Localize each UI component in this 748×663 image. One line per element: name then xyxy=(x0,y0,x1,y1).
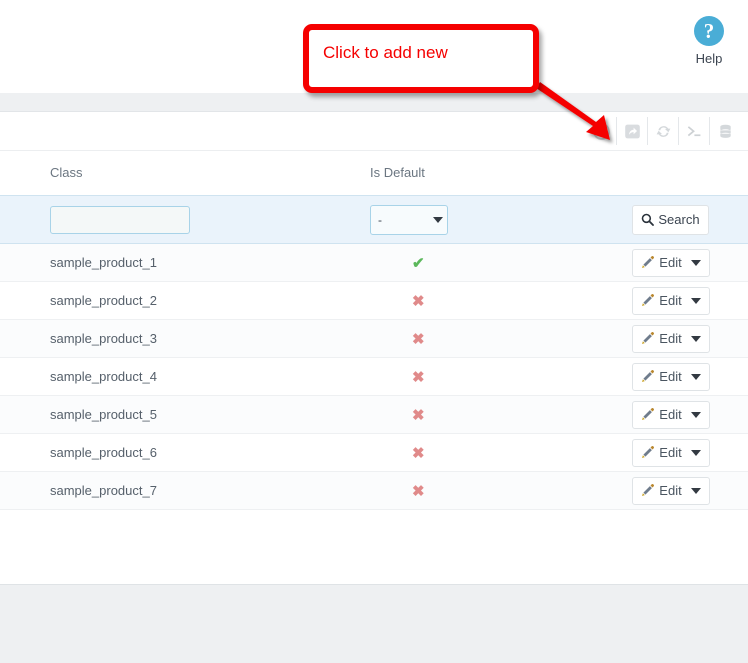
search-button[interactable]: Search xyxy=(632,204,709,235)
class-filter-input[interactable] xyxy=(50,205,190,234)
add-new-button[interactable] xyxy=(586,117,617,145)
grid-card: Class Is Default - Search sample_product… xyxy=(0,112,748,585)
header-separator-band xyxy=(0,93,748,112)
cell-actions: Edit xyxy=(632,400,748,429)
pencil-icon xyxy=(642,332,655,344)
edit-button-label: Edit xyxy=(659,483,682,498)
refresh-icon xyxy=(656,125,670,137)
filter-cell-is-default: - xyxy=(370,204,632,235)
table-row: sample_product_5 ✖ Edit xyxy=(0,396,748,434)
search-icon xyxy=(642,213,655,226)
pencil-icon xyxy=(642,294,655,306)
cell-class: sample_product_4 xyxy=(50,369,157,384)
edit-button-label: Edit xyxy=(659,445,682,460)
chevron-down-icon[interactable] xyxy=(690,335,701,342)
edit-button-label: Edit xyxy=(659,255,682,270)
cell-class: sample_product_6 xyxy=(50,445,157,460)
table-row: sample_product_3 ✖ Edit xyxy=(0,320,748,358)
is-default-filter-value: - xyxy=(378,212,382,227)
cross-icon: ✖ xyxy=(412,368,425,386)
cell-is-default: ✔ xyxy=(370,254,632,272)
search-button-label: Search xyxy=(658,212,700,227)
chevron-down-icon xyxy=(433,216,443,223)
table-body: sample_product_1 ✔ Edit sample_product_2 ✖ Ed… xyxy=(0,244,748,510)
cross-icon: ✖ xyxy=(412,406,425,424)
filter-cell-class xyxy=(0,205,370,234)
check-icon: ✔ xyxy=(412,254,425,272)
table-header-row: Class Is Default xyxy=(0,151,748,196)
table-row: sample_product_2 ✖ Edit xyxy=(0,282,748,320)
cross-icon: ✖ xyxy=(412,292,425,310)
table-row: sample_product_7 ✖ Edit xyxy=(0,472,748,510)
is-default-filter-select[interactable]: - xyxy=(370,204,448,235)
export-button[interactable] xyxy=(617,117,648,145)
table-filter-row: - Search xyxy=(0,196,748,244)
question-circle-icon: ? xyxy=(694,16,724,46)
cell-actions: Edit xyxy=(632,286,748,315)
cell-actions: Edit xyxy=(632,362,748,391)
column-header-class-label: Class xyxy=(50,165,83,180)
pencil-icon xyxy=(642,370,655,382)
edit-button-label: Edit xyxy=(659,293,682,308)
edit-button-label: Edit xyxy=(659,369,682,384)
cell-is-default: ✖ xyxy=(370,292,632,310)
cross-icon: ✖ xyxy=(412,444,425,462)
pencil-icon xyxy=(642,408,655,420)
cell-actions: Edit xyxy=(632,324,748,353)
chevron-down-icon[interactable] xyxy=(690,297,701,304)
column-header-class: Class xyxy=(0,164,370,182)
console-button[interactable] xyxy=(679,117,710,145)
cell-actions: Edit xyxy=(632,476,748,505)
edit-button-label: Edit xyxy=(659,407,682,422)
chevron-down-icon[interactable] xyxy=(690,487,701,494)
edit-button[interactable]: Edit xyxy=(632,324,710,353)
table-row: sample_product_6 ✖ Edit xyxy=(0,434,748,472)
cross-icon: ✖ xyxy=(412,330,425,348)
table-row: sample_product_1 ✔ Edit xyxy=(0,244,748,282)
edit-button[interactable]: Edit xyxy=(632,248,710,277)
chevron-down-icon[interactable] xyxy=(690,373,701,380)
database-icon xyxy=(719,124,731,138)
terminal-icon xyxy=(687,125,700,136)
filter-cell-actions: Search xyxy=(632,204,748,235)
help-label: Help xyxy=(695,51,723,66)
edit-button[interactable]: Edit xyxy=(632,438,710,467)
annotation-callout-text: Click to add new xyxy=(323,43,448,62)
chevron-down-icon[interactable] xyxy=(690,411,701,418)
cell-is-default: ✖ xyxy=(370,406,632,424)
cell-actions: Edit xyxy=(632,438,748,467)
edit-button-label: Edit xyxy=(659,331,682,346)
plus-circle-icon xyxy=(592,122,610,140)
cell-class: sample_product_1 xyxy=(50,255,157,270)
refresh-button[interactable] xyxy=(648,117,679,145)
share-export-icon xyxy=(624,124,640,138)
column-header-is-default-label: Is Default xyxy=(370,165,425,180)
edit-button[interactable]: Edit xyxy=(632,476,710,505)
edit-button[interactable]: Edit xyxy=(632,362,710,391)
chevron-down-icon[interactable] xyxy=(690,259,701,266)
cell-is-default: ✖ xyxy=(370,330,632,348)
cell-class: sample_product_2 xyxy=(50,293,157,308)
toolbar-icon-group xyxy=(586,112,740,150)
pencil-icon xyxy=(642,484,655,496)
table-row: sample_product_4 ✖ Edit xyxy=(0,358,748,396)
cell-actions: Edit xyxy=(632,248,748,277)
pencil-icon xyxy=(642,256,655,268)
cell-is-default: ✖ xyxy=(370,482,632,500)
pencil-icon xyxy=(642,446,655,458)
cell-class: sample_product_7 xyxy=(50,483,157,498)
edit-button[interactable]: Edit xyxy=(632,400,710,429)
cell-class: sample_product_5 xyxy=(50,407,157,422)
cell-is-default: ✖ xyxy=(370,444,632,462)
grid-toolbar xyxy=(0,112,748,151)
help-button[interactable]: ? Help xyxy=(678,16,740,66)
column-header-is-default: Is Default xyxy=(370,164,632,182)
cross-icon: ✖ xyxy=(412,482,425,500)
cell-is-default: ✖ xyxy=(370,368,632,386)
database-button[interactable] xyxy=(710,117,740,145)
annotation-callout: Click to add new xyxy=(303,24,539,93)
chevron-down-icon[interactable] xyxy=(690,449,701,456)
cell-class: sample_product_3 xyxy=(50,331,157,346)
edit-button[interactable]: Edit xyxy=(632,286,710,315)
